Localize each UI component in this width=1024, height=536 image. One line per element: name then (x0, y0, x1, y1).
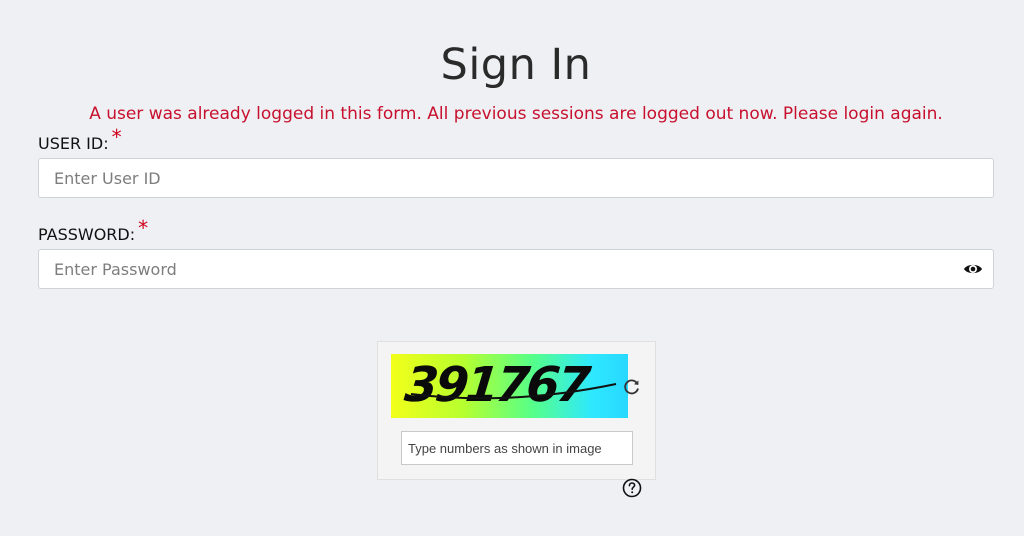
captcha-strike-line (410, 383, 617, 400)
captcha-input[interactable] (402, 432, 634, 464)
user-id-input[interactable] (39, 159, 949, 197)
user-id-label-text: USER ID: (38, 134, 109, 153)
password-label: PASSWORD: * (38, 216, 148, 245)
user-id-field[interactable] (38, 158, 994, 198)
sign-in-page: Sign In A user was already logged in thi… (0, 0, 1024, 536)
captcha-field[interactable] (401, 431, 634, 465)
user-id-label: USER ID: * (38, 125, 122, 154)
refresh-icon[interactable] (623, 378, 641, 396)
eye-icon[interactable] (963, 261, 983, 277)
required-asterisk: * (138, 216, 149, 240)
password-label-text: PASSWORD: (38, 225, 136, 244)
required-asterisk: * (111, 125, 122, 149)
error-message: A user was already logged in this form. … (89, 104, 943, 124)
question-circle-icon[interactable] (622, 478, 642, 498)
page-title: Sign In (440, 40, 592, 90)
captcha-panel: 391767 (377, 341, 656, 480)
captcha-image: 391767 (391, 354, 628, 418)
password-input[interactable] (39, 250, 949, 288)
password-field[interactable] (38, 249, 994, 289)
